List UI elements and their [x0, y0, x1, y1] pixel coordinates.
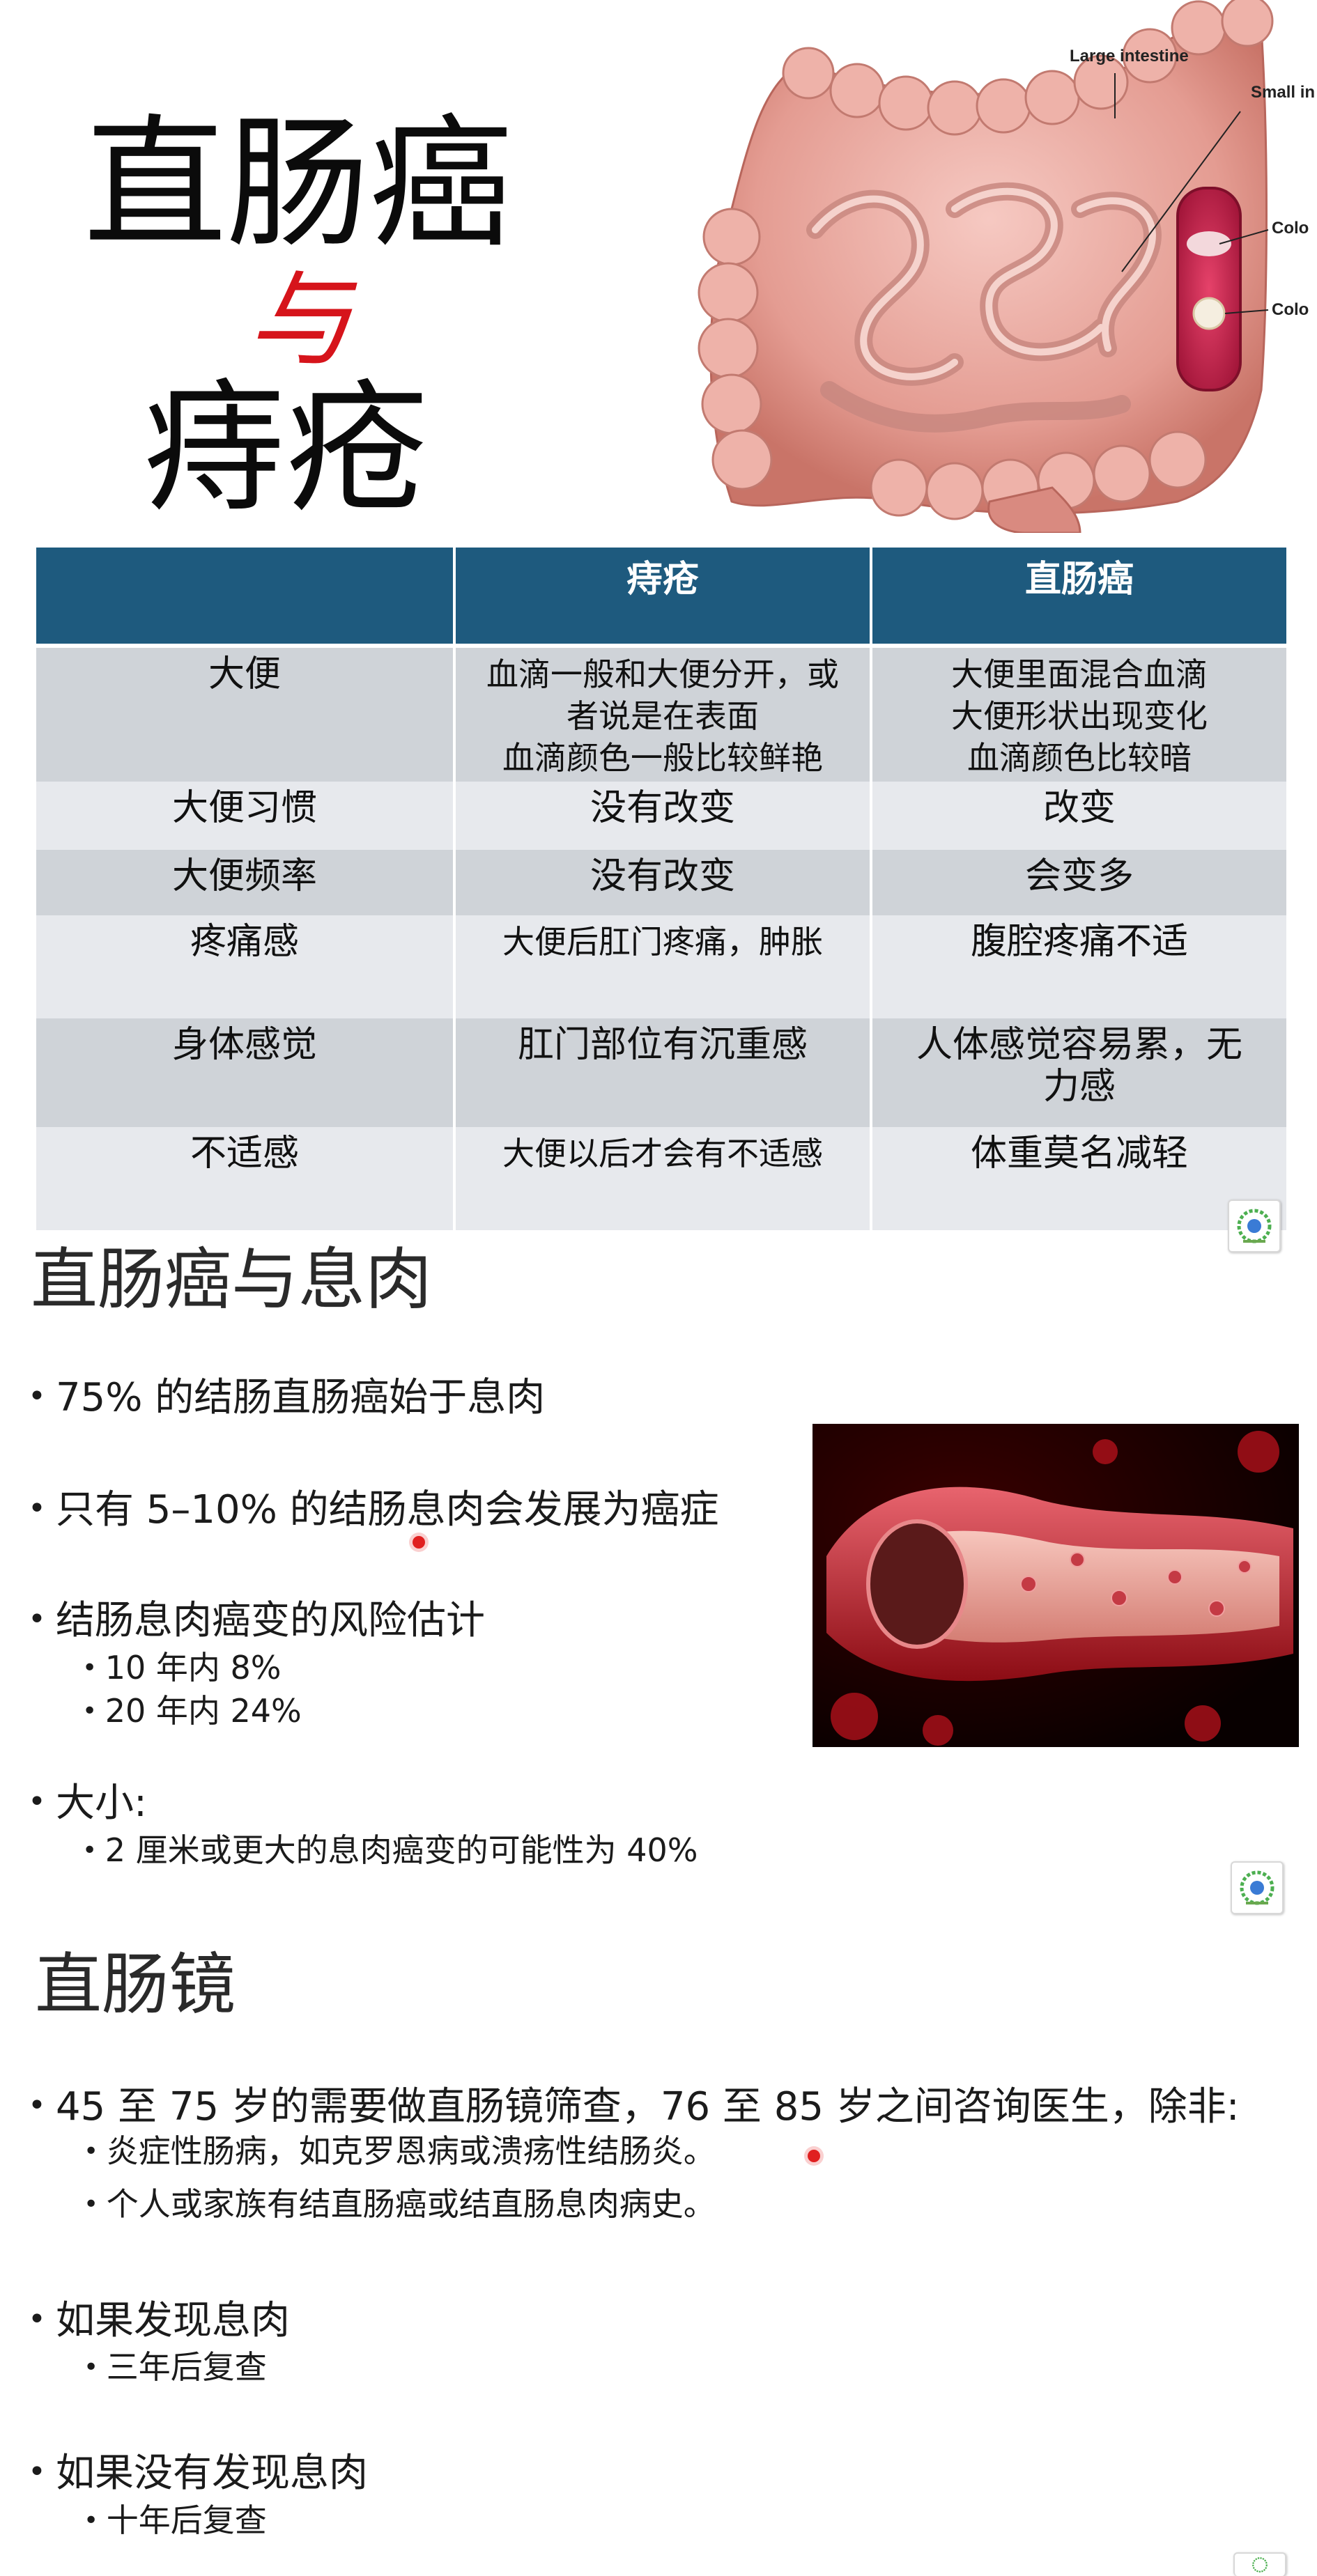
hospital-logo-icon — [1231, 1861, 1284, 1914]
row-label: 不适感 — [36, 1127, 456, 1230]
bullet-item: 如果没有发现息肉 — [28, 2449, 368, 2501]
cancer-cell: 改变 — [871, 782, 1289, 850]
table-row: 不适感 大便以后才会有不适感 体重莫名减轻 — [36, 1127, 1289, 1230]
row-label: 身体感觉 — [36, 1018, 456, 1127]
hemorrhoids-cell: 没有改变 — [454, 850, 872, 915]
row-label: 大便 — [36, 646, 456, 782]
laser-pointer-dot — [413, 1536, 425, 1549]
hospital-logo-icon — [1228, 1200, 1281, 1252]
table-row: 身体感觉 肛门部位有沉重感 人体感觉容易累，无 力感 — [36, 1018, 1289, 1127]
table-header-row: 痔疮 直肠癌 — [36, 548, 1289, 648]
hemorrhoids-cell: 大便以后才会有不适感 — [454, 1127, 872, 1230]
table-row: 疼痛感 大便后肛门疼痛，肿胀 腹腔疼痛不适 — [36, 915, 1289, 1018]
title-conjunction: 与 — [247, 260, 352, 381]
sub-bullet-item: 20 年内 24% — [82, 1690, 302, 1735]
bullet-item: 大小: — [28, 1779, 147, 1831]
section-heading-colonoscopy: 直肠镜 — [35, 1946, 236, 2024]
svg-text:Small in: Small in — [1251, 83, 1315, 102]
cancer-cell: 腹腔疼痛不适 — [871, 915, 1289, 1018]
slide-title: 直肠癌 — [84, 102, 512, 267]
comparison-table: 痔疮 直肠癌 大便 血滴一般和大便分开，或 者说是在表面 血滴颜色一般比较鲜艳 … — [36, 548, 1289, 1230]
sub-bullet-item: 10 年内 8% — [82, 1647, 282, 1692]
hemorrhoids-cell: 肛门部位有沉重感 — [454, 1018, 872, 1127]
sub-bullet-item: 个人或家族有结直肠癌或结直肠息肉病史。 — [84, 2183, 716, 2228]
bullet-item: 只有 5–10% 的结肠息肉会发展为癌症 — [28, 1486, 719, 1537]
row-label: 疼痛感 — [36, 915, 456, 1018]
cancer-cell: 体重莫名减轻 — [871, 1127, 1289, 1230]
sub-bullet-item: 三年后复查 — [84, 2346, 267, 2391]
bullet-item: 结肠息肉癌变的风险估计 — [28, 1597, 485, 1648]
svg-text:Colo: Colo — [1272, 219, 1309, 238]
intestine-illustration: Large intestine Small in Colo Colo — [698, 0, 1315, 533]
sub-bullet-item: 2 厘米或更大的息肉癌变的可能性为 40% — [82, 1829, 698, 1875]
slide-subtitle: 痔疮 — [143, 366, 429, 532]
table-row: 大便 血滴一般和大便分开，或 者说是在表面 血滴颜色一般比较鲜艳 大便里面混合血… — [36, 646, 1289, 782]
cancer-cell: 会变多 — [871, 850, 1289, 915]
bullet-item: 如果发现息肉 — [28, 2297, 290, 2348]
cancer-cell: 人体感觉容易累，无 力感 — [871, 1018, 1289, 1127]
colon-polyps-image — [812, 1424, 1299, 1747]
section-heading-polyps: 直肠癌与息肉 — [31, 1241, 432, 1319]
bullet-item: 45 至 75 岁的需要做直肠镜筛查，76 至 85 岁之间咨询医生，除非: — [28, 2083, 1240, 2134]
hemorrhoids-cell: 大便后肛门疼痛，肿胀 — [454, 915, 872, 1018]
table-header-hemorrhoids: 痔疮 — [454, 548, 872, 648]
row-label: 大便频率 — [36, 850, 456, 915]
bullet-item: 75% 的结肠直肠癌始于息肉 — [28, 1374, 545, 1425]
laser-pointer-dot — [808, 2150, 820, 2162]
table-header-rectal-cancer: 直肠癌 — [871, 548, 1289, 648]
hemorrhoids-cell: 没有改变 — [454, 782, 872, 850]
table-row: 大便频率 没有改变 会变多 — [36, 850, 1289, 915]
row-label: 大便习惯 — [36, 782, 456, 850]
sub-bullet-item: 十年后复查 — [84, 2499, 267, 2545]
svg-text:Colo: Colo — [1272, 300, 1309, 319]
svg-text:Large intestine: Large intestine — [1070, 47, 1189, 65]
cancer-cell: 大便里面混合血滴 大便形状出现变化 血滴颜色比较暗 — [871, 646, 1289, 782]
hospital-logo-icon — [1233, 2552, 1286, 2576]
hemorrhoids-cell: 血滴一般和大便分开，或 者说是在表面 血滴颜色一般比较鲜艳 — [454, 646, 872, 782]
sub-bullet-item: 炎症性肠病，如克罗恩病或溃疡性结肠炎。 — [84, 2130, 716, 2175]
table-header-cell — [36, 548, 456, 648]
table-row: 大便习惯 没有改变 改变 — [36, 782, 1289, 850]
